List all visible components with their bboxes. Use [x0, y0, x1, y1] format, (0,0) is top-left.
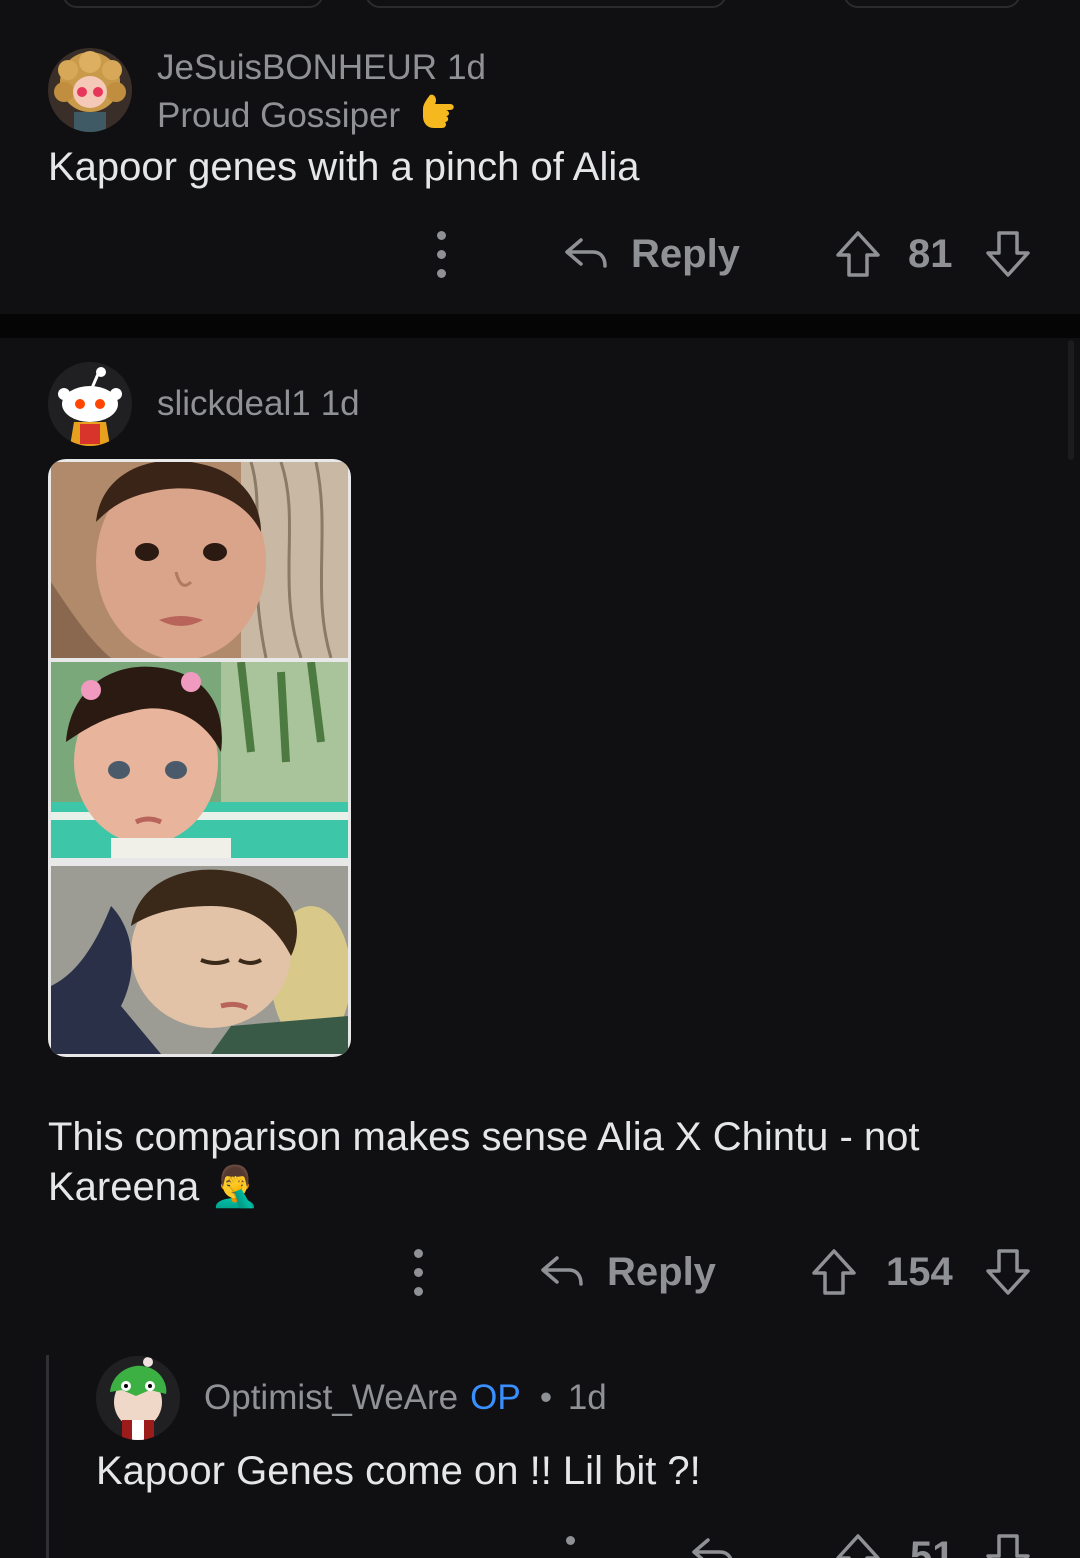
- comment-author[interactable]: Optimist_WeAre OP • 1d: [204, 1378, 607, 1418]
- baby-photo-1: [51, 462, 348, 658]
- more-options-icon[interactable]: [412, 1242, 424, 1302]
- comment-body: Kapoor genes with a pinch of Alia: [48, 145, 640, 189]
- reply-button[interactable]: Reply: [563, 224, 740, 284]
- reply-label: Reply: [607, 1249, 716, 1294]
- baby-photo-3: [51, 866, 348, 1054]
- reply-icon: [541, 1256, 583, 1286]
- comment-author[interactable]: slickdeal1 1d: [157, 384, 360, 424]
- reply-button[interactable]: [690, 1530, 736, 1558]
- vote-score: 154: [886, 1249, 953, 1294]
- upvote-arrow-icon: [836, 1534, 880, 1558]
- vote-score: 81: [908, 231, 953, 276]
- user-flair: Proud Gossiper: [157, 91, 458, 142]
- comment-actions: Reply 81: [0, 224, 1080, 284]
- downvote-arrow-icon: [986, 1249, 1030, 1295]
- upvote-arrow-icon: [836, 231, 880, 277]
- comment-actions: 51: [0, 1530, 1080, 1558]
- flair-text: Proud Gossiper: [157, 96, 401, 135]
- downvote-button[interactable]: [984, 1530, 1032, 1558]
- upvote-button[interactable]: [834, 224, 882, 284]
- upvote-button[interactable]: [810, 1242, 858, 1302]
- comment-3-reply: Optimist_WeAre OP • 1d Kapoor Genes come …: [0, 1338, 1080, 1558]
- username[interactable]: slickdeal1: [157, 384, 311, 423]
- comment-divider: [0, 314, 1080, 338]
- downvote-button[interactable]: [984, 1242, 1032, 1302]
- vote-count: 154: [886, 1242, 953, 1302]
- upvote-button[interactable]: [834, 1530, 882, 1558]
- comment-actions: Reply 154: [0, 1242, 1080, 1302]
- comment-1: JeSuisBONHEUR 1d Proud Gossiper Kapoor ge…: [0, 0, 1080, 314]
- user-avatar[interactable]: [96, 1356, 180, 1440]
- pointing-hand-icon: [420, 91, 458, 142]
- username[interactable]: JeSuisBONHEUR: [157, 48, 437, 87]
- user-avatar[interactable]: [48, 48, 132, 132]
- comment-body: This comparison makes sense Alia X Chint…: [48, 1115, 920, 1209]
- comment-time: 1d: [447, 48, 487, 87]
- baby-photo-2: [51, 662, 348, 858]
- vote-score: 51: [910, 1534, 955, 1558]
- more-options-icon[interactable]: [435, 224, 447, 284]
- username[interactable]: Optimist_WeAre: [204, 1378, 458, 1417]
- downvote-arrow-icon: [986, 1534, 1030, 1558]
- op-badge: OP: [470, 1378, 521, 1417]
- user-avatar[interactable]: [48, 362, 132, 446]
- reply-label: Reply: [631, 231, 740, 276]
- reply-button[interactable]: Reply: [539, 1242, 716, 1302]
- vote-count: 51: [910, 1530, 955, 1558]
- comment-body: Kapoor Genes come on !! Lil bit ?!: [96, 1449, 701, 1493]
- downvote-arrow-icon: [986, 231, 1030, 277]
- separator-dot: •: [539, 1378, 553, 1417]
- reply-icon: [692, 1538, 733, 1558]
- downvote-button[interactable]: [984, 224, 1032, 284]
- reply-icon: [565, 238, 607, 268]
- comment-author[interactable]: JeSuisBONHEUR 1d: [157, 48, 486, 88]
- comment-time: 1d: [320, 384, 360, 423]
- comment-2: slickdeal1 1d This comparison makes sens…: [0, 338, 1080, 1338]
- more-options-icon[interactable]: [564, 1530, 576, 1558]
- vote-count: 81: [908, 224, 953, 284]
- comment-time: 1d: [567, 1378, 607, 1417]
- upvote-arrow-icon: [812, 1249, 856, 1295]
- comment-image[interactable]: [48, 459, 351, 1057]
